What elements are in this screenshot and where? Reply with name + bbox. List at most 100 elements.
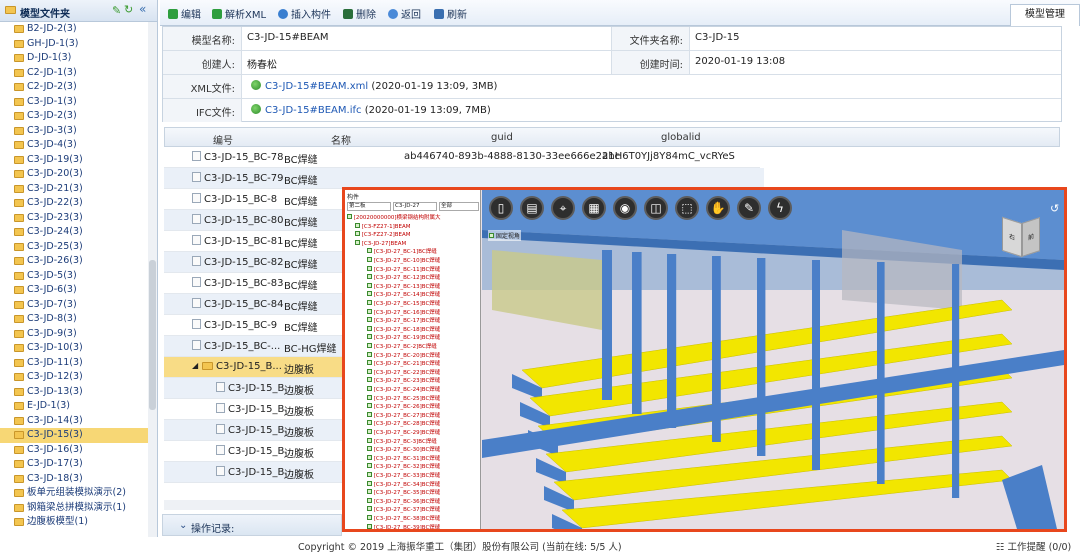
- checkbox-icon[interactable]: [367, 403, 372, 409]
- folder-item[interactable]: C3-JD-16(3): [0, 443, 148, 458]
- folder-item[interactable]: C3-JD-7(3): [0, 298, 148, 313]
- split-icon[interactable]: ◫: [644, 196, 668, 220]
- tree-node[interactable]: [C3-JD-27_BC-19]BC焊缝: [345, 334, 440, 343]
- tree-node[interactable]: [20020000000]横梁钢结构附属大: [345, 214, 441, 223]
- tree-node[interactable]: [C3-JD-27_BC-29]BC焊缝: [345, 429, 440, 438]
- folder-item[interactable]: C3-JD-9(3): [0, 327, 148, 342]
- checkbox-icon[interactable]: [367, 308, 372, 314]
- tree-node[interactable]: [C3-JD-27_BC-15]BC焊缝: [345, 300, 440, 309]
- folder-item[interactable]: C3-JD-25(3): [0, 240, 148, 255]
- checkbox-icon[interactable]: [367, 429, 372, 434]
- tree-node[interactable]: [C3-JD-27_BC-38]BC焊缝: [345, 515, 440, 524]
- folder-item[interactable]: 钢箱梁总拼模拟演示(1): [0, 501, 148, 516]
- edit-button[interactable]: 编辑: [168, 6, 201, 21]
- tree-node[interactable]: [C3-JD-27_BC-18]BC焊缝: [345, 325, 440, 335]
- checkbox-icon[interactable]: [367, 248, 372, 254]
- checkbox-icon[interactable]: [367, 437, 372, 443]
- tree-node[interactable]: [C3-JD-27_BC-17]BC焊缝: [345, 317, 440, 326]
- col-name-header[interactable]: 名称: [331, 132, 351, 147]
- collapse-icon[interactable]: «: [139, 2, 146, 16]
- tree-node[interactable]: [C3-JD-27_BC-27]BC焊缝: [345, 411, 440, 421]
- folder-item[interactable]: C3-JD-11(3): [0, 356, 148, 371]
- tree-node[interactable]: [C3-JD-27_BC-32]BC焊缝: [345, 463, 440, 472]
- folder-item[interactable]: GH-JD-1(3): [0, 37, 148, 52]
- tree-node[interactable]: [C3-JD-27_BC-1]BC焊缝: [345, 248, 437, 257]
- folder-item[interactable]: C3-JD-12(3): [0, 370, 148, 385]
- folder-item[interactable]: B2-JD-2(3): [0, 22, 148, 37]
- folder-item[interactable]: C3-JD-10(3): [0, 341, 148, 356]
- parse-xml-button[interactable]: 解析XML: [212, 6, 266, 21]
- refresh-button[interactable]: 刷新: [434, 6, 467, 21]
- checkbox-icon[interactable]: [367, 343, 372, 348]
- xml-file-link[interactable]: C3-JD-15#BEAM.xml: [265, 81, 368, 92]
- checkbox-icon[interactable]: [355, 231, 360, 237]
- camera-icon[interactable]: ◉: [613, 196, 637, 220]
- folder-item[interactable]: C3-JD-14(3): [0, 414, 148, 429]
- folder-item[interactable]: C3-JD-23(3): [0, 211, 148, 226]
- grid-icon[interactable]: ▦: [582, 196, 606, 220]
- frame-icon[interactable]: ⬚: [675, 196, 699, 220]
- checkbox-icon[interactable]: [367, 489, 372, 495]
- ifc-file-link[interactable]: C3-JD-15#BEAM.ifc: [265, 105, 362, 116]
- checkbox-icon[interactable]: [367, 300, 372, 305]
- checkbox-icon[interactable]: [367, 325, 372, 331]
- expand-icon[interactable]: ◢: [192, 361, 198, 370]
- refresh-icon[interactable]: ↻: [124, 3, 133, 16]
- tree-node[interactable]: [C3-JD-27_BC-35]BC焊缝: [345, 489, 440, 498]
- tree-node[interactable]: [C3-FZ27-1]BEAM: [345, 222, 411, 232]
- checkbox-icon[interactable]: [367, 411, 372, 417]
- folder-item[interactable]: C3-JD-21(3): [0, 182, 148, 197]
- checkbox-icon[interactable]: [367, 368, 372, 374]
- reset-view-icon[interactable]: ↺: [1050, 202, 1059, 215]
- view-cube[interactable]: 右 前: [1002, 216, 1042, 258]
- folder-item[interactable]: C3-JD-13(3): [0, 385, 148, 400]
- table-hscrollbar[interactable]: [164, 500, 344, 510]
- cube-face-right[interactable]: 右: [1002, 216, 1022, 258]
- checkbox-icon[interactable]: [367, 360, 372, 366]
- fixed-view-checkbox[interactable]: 固定视角: [488, 230, 521, 241]
- folder-item[interactable]: C3-JD-4(3): [0, 138, 148, 153]
- checkbox-icon[interactable]: [367, 394, 372, 400]
- back-button[interactable]: 返回: [388, 6, 421, 21]
- folder-item[interactable]: C2-JD-1(3): [0, 66, 148, 81]
- checkbox-icon[interactable]: [367, 351, 372, 357]
- checkbox-icon[interactable]: [367, 515, 372, 520]
- tree-node[interactable]: [C3-JD-27_BC-13]BC焊缝: [345, 282, 440, 292]
- tree-node[interactable]: [C3-JD-27_BC-20]BC焊缝: [345, 351, 440, 361]
- tree-node[interactable]: [C3-JD-27_BC-14]BC焊缝: [345, 291, 440, 300]
- folder-item[interactable]: C3-JD-15(3): [0, 428, 148, 443]
- tree-node[interactable]: [C3-JD-27_BC-36]BC焊缝: [345, 497, 440, 507]
- checkbox-icon[interactable]: [367, 334, 372, 340]
- folder-item[interactable]: C3-JD-17(3): [0, 457, 148, 472]
- tree-node[interactable]: [C3-JD-27_BC-26]BC焊缝: [345, 403, 440, 412]
- tree-node[interactable]: [C3-JD-27_BC-28]BC焊缝: [345, 420, 440, 429]
- edit-icon[interactable]: ✎: [112, 4, 121, 17]
- tree-node[interactable]: [C3-JD-27_BC-12]BC焊缝: [345, 274, 440, 283]
- tree-node[interactable]: [C3-JD-27]BEAM: [345, 239, 406, 249]
- tree-node[interactable]: [C3-JD-27_BC-33]BC焊缝: [345, 472, 440, 481]
- col-guid-header[interactable]: guid: [491, 132, 513, 143]
- tree-node[interactable]: [C3-FZ27-2]BEAM: [345, 231, 411, 240]
- checkbox-icon[interactable]: [367, 497, 372, 503]
- checkbox-icon[interactable]: [367, 377, 372, 383]
- checkbox-icon[interactable]: [367, 317, 372, 323]
- checkbox-icon[interactable]: [367, 274, 372, 280]
- folder-item[interactable]: D-JD-1(3): [0, 51, 148, 66]
- tree-node[interactable]: [C3-JD-27_BC-10]BC焊缝: [345, 257, 440, 266]
- folder-item[interactable]: C3-JD-20(3): [0, 167, 148, 182]
- checkbox-icon[interactable]: [355, 222, 360, 228]
- checkbox-icon[interactable]: [367, 386, 372, 391]
- tree-node[interactable]: [C3-JD-27_BC-2]BC焊缝: [345, 343, 437, 352]
- new-icon[interactable]: ▯: [489, 196, 513, 220]
- col-id-header[interactable]: 编号: [213, 132, 233, 147]
- tree-node[interactable]: [C3-JD-27_BC-39]BC焊缝: [345, 523, 440, 529]
- col-globalid-header[interactable]: globalid: [661, 132, 701, 143]
- folder-item[interactable]: C3-JD-3(3): [0, 124, 148, 139]
- checkbox-icon[interactable]: [355, 239, 360, 245]
- pen-icon[interactable]: ✎: [737, 196, 761, 220]
- folder-item[interactable]: C3-JD-8(3): [0, 312, 148, 327]
- checkbox-icon[interactable]: [367, 446, 372, 452]
- delete-button[interactable]: 删除: [343, 6, 376, 21]
- table-row[interactable]: C3-JD-15_BC-79 BC焊缝: [164, 168, 764, 189]
- table-row[interactable]: C3-JD-15_BC-78 BC焊缝 ab446740-893b-4888-813…: [164, 147, 760, 168]
